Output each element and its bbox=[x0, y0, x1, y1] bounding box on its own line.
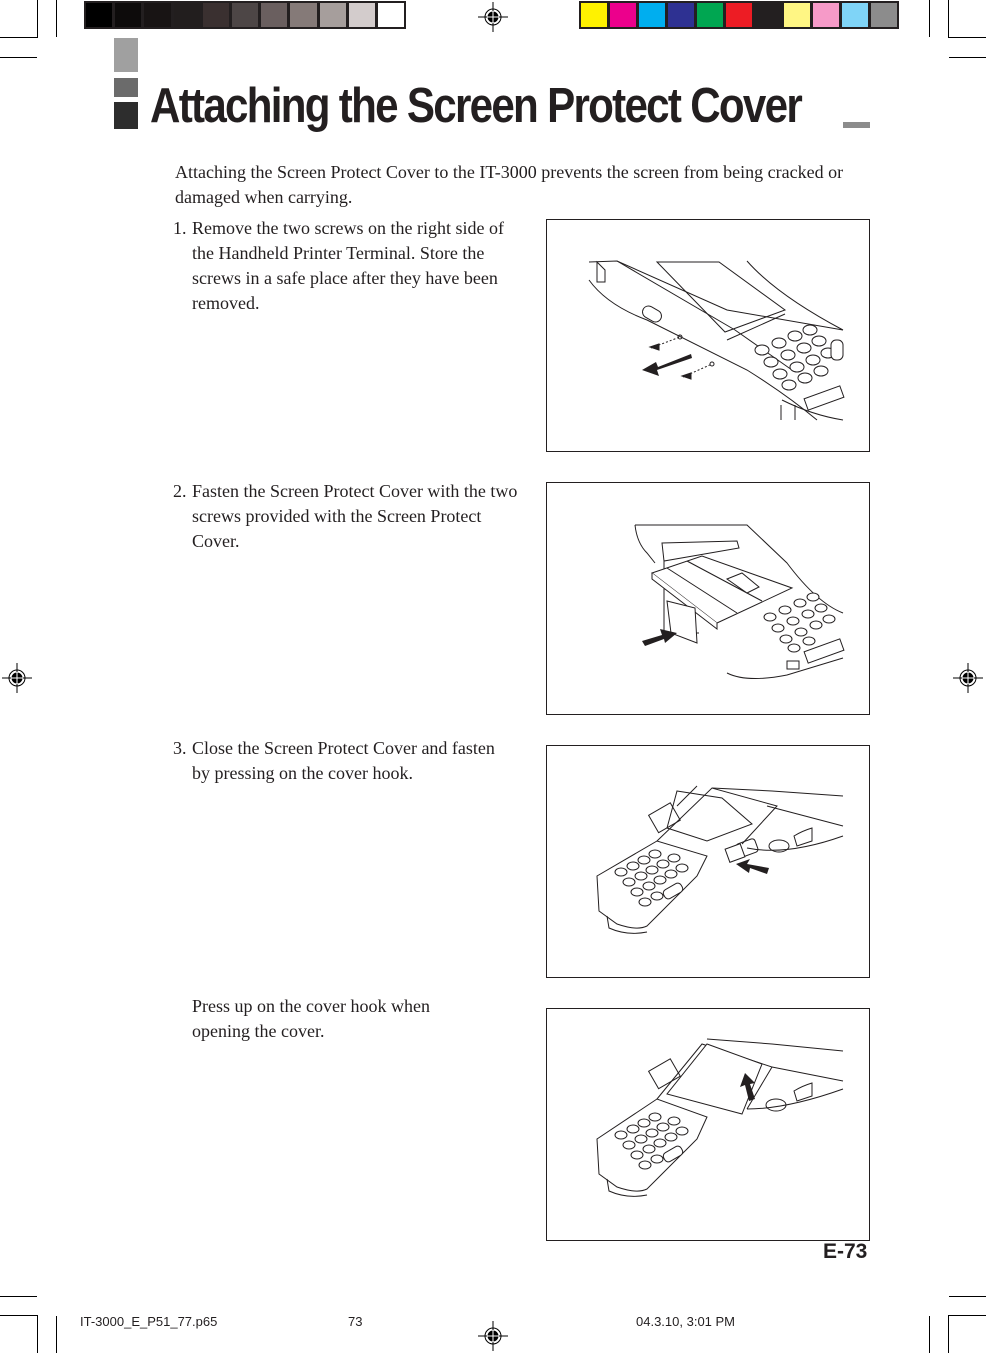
title-block-mid bbox=[114, 78, 138, 97]
color-swatch bbox=[755, 3, 781, 27]
page-title: Attaching the Screen Protect Cover bbox=[150, 79, 803, 133]
registration-mark-icon bbox=[2, 663, 32, 693]
title-block-dark bbox=[114, 102, 138, 129]
gray-swatch bbox=[144, 3, 171, 27]
step-text: Press up on the cover hook when opening … bbox=[192, 996, 430, 1041]
step-number: 3. bbox=[173, 738, 187, 758]
color-calibration-bar bbox=[579, 1, 899, 29]
step-1: 1. Remove the two screws on the right si… bbox=[173, 216, 523, 316]
step-number: 2. bbox=[173, 481, 187, 501]
gray-swatch bbox=[348, 3, 375, 27]
step-2: 2. Fasten the Screen Protect Cover with … bbox=[173, 479, 523, 554]
screw-icon bbox=[648, 334, 715, 380]
color-swatch bbox=[697, 3, 723, 27]
color-swatch bbox=[668, 3, 694, 27]
gray-swatch bbox=[173, 3, 200, 27]
gray-swatch bbox=[290, 3, 317, 27]
color-swatch bbox=[581, 3, 607, 27]
gray-swatch bbox=[377, 3, 405, 27]
gray-swatch bbox=[115, 3, 142, 27]
intro-paragraph: Attaching the Screen Protect Cover to th… bbox=[175, 162, 844, 207]
title-dash bbox=[843, 122, 870, 128]
step-text: Fasten the Screen Protect Cover with the… bbox=[192, 481, 518, 551]
slug-page: 73 bbox=[348, 1314, 363, 1329]
screen-area bbox=[666, 790, 753, 842]
gray-swatch bbox=[202, 3, 229, 27]
arrow-left-icon bbox=[642, 354, 692, 376]
gray-swatch bbox=[261, 3, 288, 27]
color-swatch bbox=[639, 3, 665, 27]
figure-attach-cover bbox=[546, 482, 870, 715]
color-swatch bbox=[610, 3, 636, 27]
color-swatch bbox=[726, 3, 752, 27]
color-swatch bbox=[813, 3, 839, 27]
color-swatch bbox=[784, 3, 810, 27]
screen-protect-cover bbox=[650, 555, 794, 644]
figure-remove-screws bbox=[546, 219, 870, 452]
gray-swatch bbox=[319, 3, 346, 27]
registration-mark-icon bbox=[478, 2, 508, 32]
color-swatch bbox=[842, 3, 868, 27]
grayscale-calibration-bar bbox=[84, 1, 406, 29]
keypad-keys bbox=[614, 849, 689, 907]
step-3-note: Press up on the cover hook when opening … bbox=[173, 994, 523, 1044]
figure-close-cover bbox=[546, 745, 870, 978]
gray-swatch bbox=[86, 3, 113, 27]
color-swatch bbox=[871, 3, 897, 27]
step-text: Remove the two screws on the right side … bbox=[192, 218, 504, 313]
step-number: 1. bbox=[173, 218, 187, 238]
slug-filename: IT-3000_E_P51_77.p65 bbox=[80, 1314, 218, 1329]
registration-mark-icon bbox=[953, 663, 983, 693]
terminal-illustration bbox=[596, 785, 844, 934]
gray-swatch bbox=[231, 3, 259, 27]
page-number: E-73 bbox=[823, 1240, 868, 1263]
slug-date: 04.3.10, 3:01 PM bbox=[636, 1314, 736, 1329]
cover-hook bbox=[724, 843, 746, 863]
step-3: 3. Close the Screen Protect Cover and fa… bbox=[173, 736, 523, 786]
title-block-light bbox=[114, 38, 138, 72]
keypad-keys bbox=[614, 1112, 689, 1170]
figure-open-cover bbox=[546, 1008, 870, 1241]
keypad-keys bbox=[754, 324, 844, 391]
arrow-left-icon bbox=[736, 859, 769, 874]
registration-mark-icon bbox=[478, 1321, 508, 1351]
terminal-illustration bbox=[588, 260, 845, 421]
step-text: Close the Screen Protect Cover and faste… bbox=[192, 738, 495, 783]
